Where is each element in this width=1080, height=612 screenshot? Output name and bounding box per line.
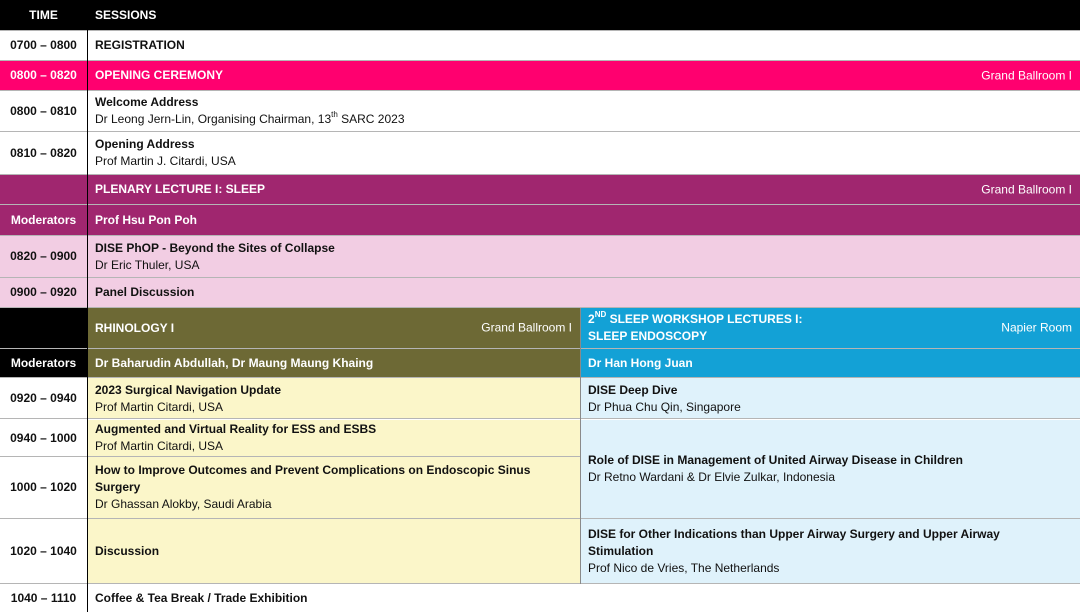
rhinology-venue: Grand Ballroom I: [481, 320, 572, 335]
divider: [0, 174, 1080, 175]
break-time: 1040 – 1110: [10, 590, 77, 605]
divider: [0, 235, 1080, 236]
plenary-title-cell: PLENARY LECTURE I: SLEEP Grand Ballroom …: [88, 175, 1080, 204]
row4-time: 1020 – 1040: [10, 543, 77, 558]
welcome-time: 0800 – 0810: [10, 103, 77, 118]
dise-phop-time: 0820 – 0900: [0, 236, 87, 277]
parallel-time-blank: [0, 308, 87, 348]
row2-time: 0940 – 1000: [10, 430, 77, 445]
row2-left-speaker: Prof Martin Citardi, USA: [95, 439, 224, 453]
rhinology-moderators: Dr Baharudin Abdullah, Dr Maung Maung Kh…: [88, 349, 580, 377]
row4-right-speaker: Prof Nico de Vries, The Netherlands: [588, 560, 780, 575]
row2-left-title: Augmented and Virtual Reality for ESS an…: [95, 422, 377, 436]
rhinology-title-cell: RHINOLOGY I Grand Ballroom I: [88, 308, 580, 348]
divider: [0, 307, 1080, 308]
registration-time: 0700 – 0800: [10, 38, 77, 52]
divider: [0, 348, 1080, 349]
row3-left-speaker: Dr Ghassan Alokby, Saudi Arabia: [95, 497, 272, 511]
row4-right-title-1: DISE for Other Indications than Upper Ai…: [588, 526, 1000, 541]
row3-left-title-2: Surgery: [95, 480, 141, 494]
panel-title: Panel Discussion: [88, 278, 1080, 307]
registration-title: REGISTRATION: [95, 38, 185, 52]
sleep-workshop-title-cell: 2ND SLEEP WORKSHOP LECTURES I: SLEEP END…: [581, 308, 1080, 348]
row23-right: Role of DISE in Management of United Air…: [581, 420, 1080, 518]
sleep-workshop-title: 2ND SLEEP WORKSHOP LECTURES I:: [588, 310, 803, 327]
divider: [0, 30, 1080, 31]
row1-right-title: DISE Deep Dive: [588, 382, 678, 397]
row3-left: How to Improve Outcomes and Prevent Comp…: [88, 457, 580, 518]
divider: [0, 204, 1080, 205]
row1-right-speaker: Dr Phua Chu Qin, Singapore: [588, 399, 741, 414]
row3-time: 1000 – 1020: [10, 480, 77, 494]
header-sessions: SESSIONS: [88, 0, 1080, 30]
opening-venue: Grand Ballroom I: [981, 68, 1072, 82]
opening-address-time: 0810 – 0820: [10, 145, 77, 160]
welcome-speaker: Dr Leong Jern-Lin, Organising Chairman, …: [95, 110, 405, 127]
welcome-title: Welcome Address: [95, 95, 199, 109]
row1-left-title: 2023 Surgical Navigation Update: [95, 382, 282, 397]
row23-right-speaker: Dr Retno Wardani & Dr Elvie Zulkar, Indo…: [588, 470, 835, 484]
row1-left-speaker: Prof Martin Citardi, USA: [95, 399, 224, 414]
plenary-moderators: Prof Hsu Pon Poh: [88, 205, 1080, 235]
row1-left: 2023 Surgical Navigation Update Prof Mar…: [88, 378, 580, 419]
row2-left: Augmented and Virtual Reality for ESS an…: [88, 420, 580, 456]
row4-left-title: Discussion: [88, 519, 580, 583]
sleep-workshop-title-line2: SLEEP ENDOSCOPY: [588, 329, 708, 343]
plenary-venue: Grand Ballroom I: [981, 182, 1072, 196]
divider: [0, 583, 1080, 584]
sleep-workshop-moderators: Dr Han Hong Juan: [581, 349, 1080, 377]
row1-right: DISE Deep Dive Dr Phua Chu Qin, Singapor…: [581, 378, 1080, 419]
schedule-table: TIME SESSIONS 0700 – 0800 REGISTRATION 0…: [0, 0, 1080, 612]
divider: [0, 518, 1080, 519]
parallel-moderators-label: Moderators: [0, 349, 87, 377]
row4-right-title-2: Stimulation: [588, 543, 654, 558]
divider: [0, 277, 1080, 278]
divider: [87, 0, 88, 612]
dise-phop-speaker: Dr Eric Thuler, USA: [95, 257, 200, 272]
row1-time: 0920 – 0940: [10, 391, 77, 405]
divider: [0, 377, 1080, 378]
row3-left-title-1: How to Improve Outcomes and Prevent Comp…: [95, 463, 531, 477]
dise-phop-cell: DISE PhOP - Beyond the Sites of Collapse…: [88, 236, 1080, 277]
row23-right-title: Role of DISE in Management of United Air…: [588, 453, 963, 467]
divider: [0, 60, 1080, 61]
plenary-time-blank: [0, 175, 87, 204]
opening-title-cell: OPENING CEREMONY Grand Ballroom I: [88, 61, 1080, 90]
opening-address-speaker: Prof Martin J. Citardi, USA: [95, 154, 236, 168]
dise-phop-title: DISE PhOP - Beyond the Sites of Collapse: [95, 240, 335, 255]
panel-time: 0900 – 0920: [0, 278, 87, 307]
plenary-title: PLENARY LECTURE I: SLEEP: [95, 182, 266, 196]
divider: [581, 418, 1080, 419]
row4-right: DISE for Other Indications than Upper Ai…: [581, 519, 1080, 583]
plenary-moderators-label: Moderators: [0, 205, 87, 235]
opening-address-title: Opening Address: [95, 137, 195, 151]
opening-title: OPENING CEREMONY: [95, 68, 224, 82]
opening-address-cell: Opening Address Prof Martin J. Citardi, …: [88, 132, 1080, 174]
divider: [580, 308, 581, 584]
header-time: TIME: [0, 0, 87, 30]
welcome-cell: Welcome Address Dr Leong Jern-Lin, Organ…: [88, 91, 1080, 131]
sleep-workshop-venue: Napier Room: [1001, 320, 1072, 335]
opening-time: 0800 – 0820: [0, 61, 87, 90]
break-title: Coffee & Tea Break / Trade Exhibition: [95, 590, 308, 605]
divider: [0, 90, 1080, 91]
divider: [0, 131, 1080, 132]
